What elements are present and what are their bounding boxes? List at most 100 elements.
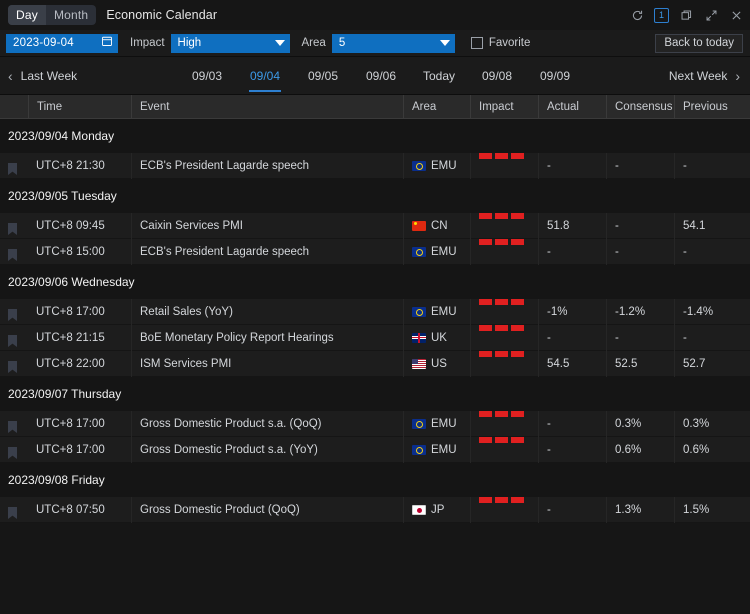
cell-actual: - xyxy=(538,325,606,351)
cell-consensus: - xyxy=(606,213,674,239)
view-mode-month[interactable]: Month xyxy=(46,5,96,25)
day-tab-2[interactable]: 09/05 xyxy=(294,59,352,92)
impact-indicator xyxy=(479,213,538,219)
prev-week-button[interactable]: ‹ Last Week xyxy=(8,69,77,83)
area-filter-value: 5 xyxy=(339,37,345,49)
cell-consensus: -1.2% xyxy=(606,299,674,325)
cell-previous: 0.6% xyxy=(674,437,750,463)
cell-impact xyxy=(470,325,538,351)
bookmark-toggle[interactable] xyxy=(0,239,28,265)
table-row[interactable]: UTC+8 17:00Gross Domestic Product s.a. (… xyxy=(0,437,750,463)
bookmark-icon xyxy=(8,361,17,373)
refresh-icon[interactable] xyxy=(629,7,645,23)
bookmark-toggle[interactable] xyxy=(0,437,28,463)
bookmark-toggle[interactable] xyxy=(0,299,28,325)
flag-icon-emu xyxy=(412,307,426,317)
flag-icon-emu xyxy=(412,445,426,455)
bookmark-toggle[interactable] xyxy=(0,325,28,351)
bookmark-icon xyxy=(8,223,17,235)
flag-icon-uk xyxy=(412,333,426,343)
next-week-button[interactable]: Next Week › xyxy=(669,69,740,83)
day-tab-4[interactable]: Today xyxy=(410,59,468,92)
column-header-previous[interactable]: Previous xyxy=(674,95,750,119)
day-tab-3[interactable]: 09/06 xyxy=(352,59,410,92)
bookmark-toggle[interactable] xyxy=(0,411,28,437)
day-tab-5[interactable]: 09/08 xyxy=(468,59,526,92)
cell-event: ISM Services PMI xyxy=(131,351,403,377)
bookmark-toggle[interactable] xyxy=(0,153,28,179)
cell-time: UTC+8 09:45 xyxy=(28,213,131,239)
cell-impact xyxy=(470,497,538,523)
area-label: EMU xyxy=(431,299,457,325)
table-row[interactable]: UTC+8 17:00Gross Domestic Product s.a. (… xyxy=(0,411,750,437)
day-tab-6[interactable]: 09/09 xyxy=(526,59,584,92)
cell-consensus: - xyxy=(606,239,674,265)
bookmark-toggle[interactable] xyxy=(0,351,28,377)
table-row[interactable]: UTC+8 22:00ISM Services PMIUS54.552.552.… xyxy=(0,351,750,377)
cell-impact xyxy=(470,411,538,437)
bookmark-icon xyxy=(8,447,17,459)
column-header-area[interactable]: Area xyxy=(403,95,470,119)
column-header-actual[interactable]: Actual xyxy=(538,95,606,119)
cell-impact xyxy=(470,213,538,239)
impact-indicator xyxy=(479,437,538,443)
area-label: EMU xyxy=(431,437,457,463)
flag-icon-emu xyxy=(412,247,426,257)
cell-consensus: 1.3% xyxy=(606,497,674,523)
cell-area: EMU xyxy=(403,411,470,437)
cell-time: UTC+8 17:00 xyxy=(28,411,131,437)
area-filter-label: Area xyxy=(302,37,326,49)
table-row[interactable]: UTC+8 09:45Caixin Services PMICN51.8-54.… xyxy=(0,213,750,239)
cell-impact xyxy=(470,351,538,377)
area-label: EMU xyxy=(431,153,457,179)
column-header-event[interactable]: Event xyxy=(131,95,403,119)
cell-impact xyxy=(470,153,538,179)
impact-filter-select[interactable]: High xyxy=(171,34,290,53)
cell-area: EMU xyxy=(403,239,470,265)
date-picker[interactable]: 2023-09-04 xyxy=(6,34,118,53)
table-row[interactable]: UTC+8 07:50Gross Domestic Product (QoQ)J… xyxy=(0,497,750,523)
cell-area: EMU xyxy=(403,153,470,179)
cell-consensus: - xyxy=(606,153,674,179)
bookmark-icon xyxy=(8,309,17,321)
view-mode-switch[interactable]: Day Month xyxy=(8,5,96,25)
back-to-today-button[interactable]: Back to today xyxy=(655,34,743,53)
cell-time: UTC+8 22:00 xyxy=(28,351,131,377)
column-header-impact[interactable]: Impact xyxy=(470,95,538,119)
favorite-checkbox[interactable]: Favorite xyxy=(471,37,531,49)
table-row[interactable]: UTC+8 21:15BoE Monetary Policy Report He… xyxy=(0,325,750,351)
cell-impact xyxy=(470,299,538,325)
area-label: EMU xyxy=(431,239,457,265)
window-controls: 1 xyxy=(629,0,744,30)
flag-icon-us xyxy=(412,359,426,369)
date-group-header: 2023/09/04 Monday xyxy=(0,119,750,153)
bookmark-toggle[interactable] xyxy=(0,497,28,523)
area-filter-select[interactable]: 5 xyxy=(332,34,455,53)
page-number-badge[interactable]: 1 xyxy=(654,8,669,23)
impact-indicator xyxy=(479,411,538,417)
bookmark-toggle[interactable] xyxy=(0,213,28,239)
table-row[interactable]: UTC+8 17:00Retail Sales (YoY)EMU-1%-1.2%… xyxy=(0,299,750,325)
cell-event: Retail Sales (YoY) xyxy=(131,299,403,325)
close-icon[interactable] xyxy=(728,7,744,23)
table-row[interactable]: UTC+8 21:30ECB's President Lagarde speec… xyxy=(0,153,750,179)
impact-indicator xyxy=(479,351,538,357)
flag-icon-emu xyxy=(412,161,426,171)
view-mode-day[interactable]: Day xyxy=(8,5,46,25)
table-row[interactable]: UTC+8 15:00ECB's President Lagarde speec… xyxy=(0,239,750,265)
day-tab-0[interactable]: 09/03 xyxy=(178,59,236,92)
date-group-header: 2023/09/07 Thursday xyxy=(0,377,750,411)
cell-time: UTC+8 17:00 xyxy=(28,299,131,325)
flag-icon-cn xyxy=(412,221,426,231)
cell-consensus: 52.5 xyxy=(606,351,674,377)
favorite-label: Favorite xyxy=(489,37,531,49)
cell-actual: 54.5 xyxy=(538,351,606,377)
restore-window-icon[interactable] xyxy=(678,7,694,23)
expand-icon[interactable] xyxy=(703,7,719,23)
cell-area: UK xyxy=(403,325,470,351)
date-group-header: 2023/09/06 Wednesday xyxy=(0,265,750,299)
day-tab-1[interactable]: 09/04 xyxy=(236,59,294,92)
column-header-consensus[interactable]: Consensus xyxy=(606,95,674,119)
flag-icon-jp xyxy=(412,505,426,515)
column-header-time[interactable]: Time xyxy=(28,95,131,119)
